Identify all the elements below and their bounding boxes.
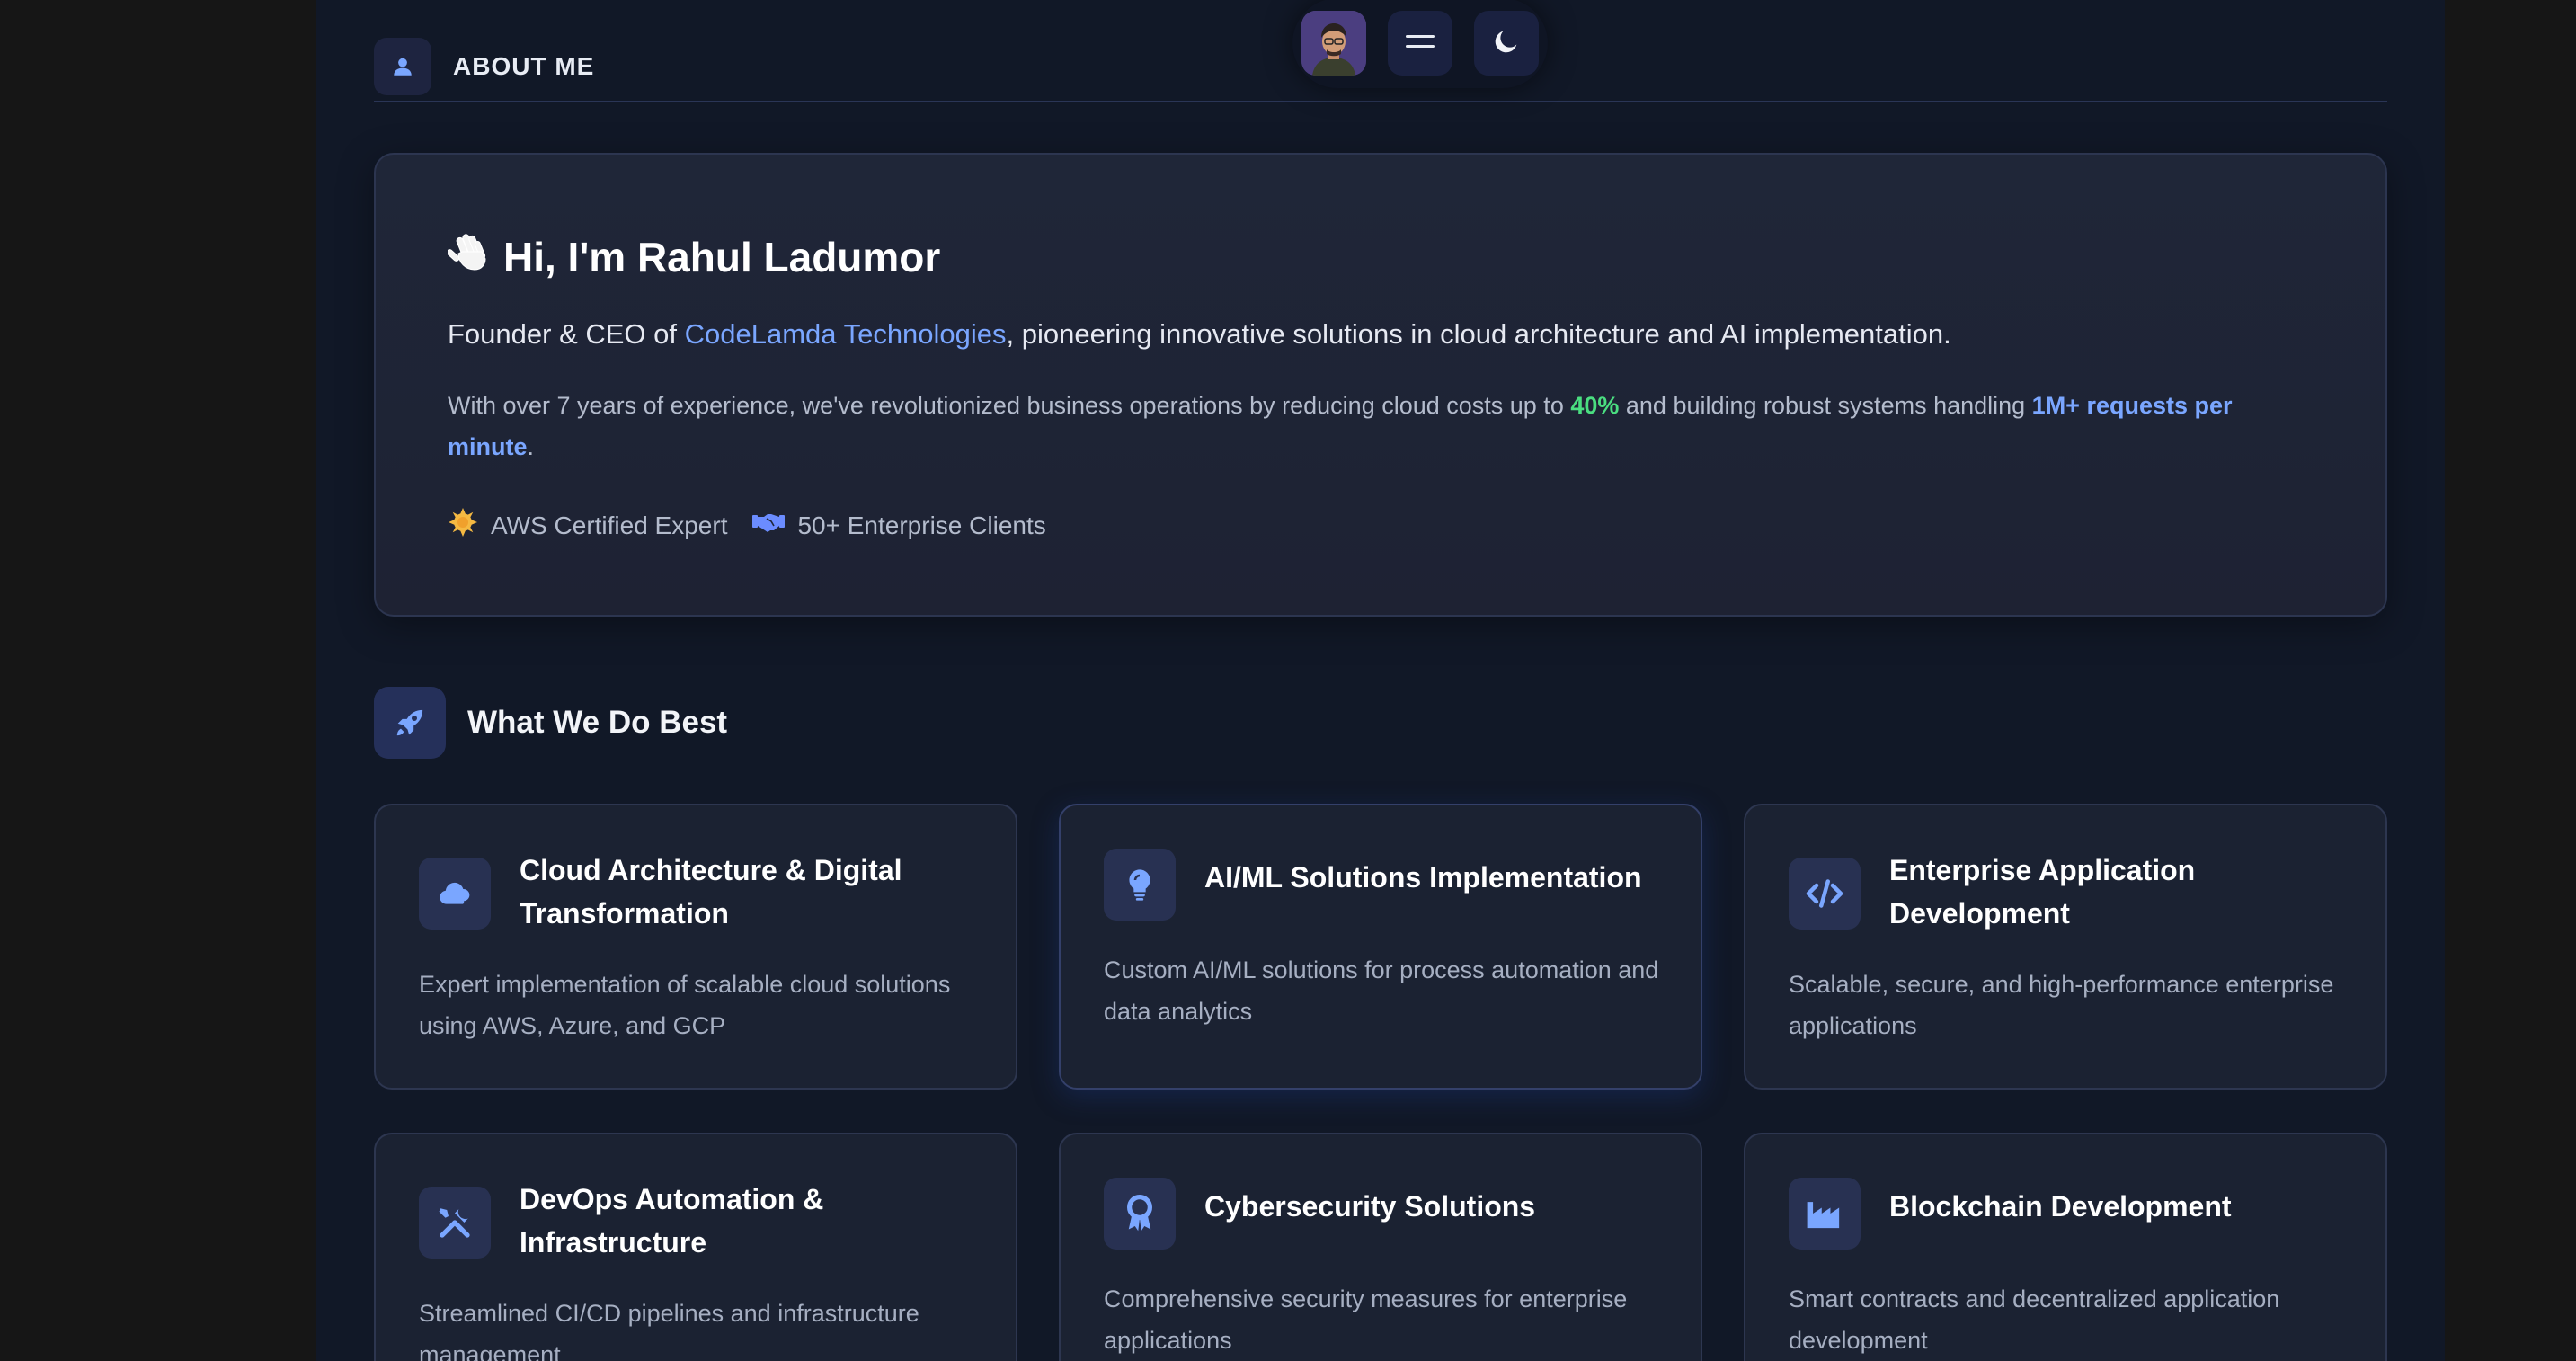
section-title: What We Do Best (467, 705, 728, 740)
experience-text-b: and building robust systems handling (1619, 392, 2032, 419)
cost-reduction-highlight: 40% (1570, 392, 1620, 419)
rocket-icon (374, 687, 446, 759)
intro-role-text: Founder & CEO of CodeLamda Technologies,… (448, 318, 1951, 351)
service-desc: Comprehensive security measures for ente… (1104, 1285, 1628, 1354)
service-card-security[interactable]: Cybersecurity Solutions Comprehensive se… (1059, 1133, 1702, 1361)
badge-clients: 50+ Enterprise Clients (752, 510, 1046, 541)
menu-button[interactable] (1388, 11, 1452, 76)
service-card-enterprise[interactable]: Enterprise Application Development Scala… (1744, 804, 2387, 1090)
service-card-cloud[interactable]: Cloud Architecture & Digital Transformat… (374, 804, 1017, 1090)
company-link[interactable]: CodeLamda Technologies (685, 318, 1007, 350)
service-desc: Expert implementation of scalable cloud … (419, 971, 951, 1039)
tools-icon (419, 1187, 491, 1259)
header-controls (1292, 0, 1548, 88)
header-left: ABOUT ME (374, 38, 594, 95)
intro-role-prefix: Founder & CEO of (448, 318, 685, 350)
user-icon (374, 38, 431, 95)
service-card-ai[interactable]: AI/ML Solutions Implementation Custom AI… (1059, 804, 1702, 1090)
service-title: Cloud Architecture & Digital Transformat… (520, 854, 902, 930)
sun-badge-icon (448, 507, 478, 544)
hamburger-icon (1406, 32, 1435, 55)
page: ABOUT ME Hi, I'm Rahul Ladumor Founder &… (316, 0, 2445, 1361)
avatar[interactable] (1301, 11, 1366, 76)
intro-experience-text: With over 7 years of experience, we've r… (448, 385, 2317, 467)
lightbulb-icon (1104, 849, 1176, 921)
intro-role-suffix: , pioneering innovative solutions in clo… (1006, 318, 1951, 350)
badge-aws: AWS Certified Expert (448, 507, 727, 544)
moon-icon (1491, 26, 1522, 61)
cloud-icon (419, 858, 491, 930)
handshake-icon (752, 510, 786, 541)
badge-list: AWS Certified Expert 50+ Enterprise Clie… (448, 507, 1046, 544)
badge-label: AWS Certified Expert (491, 511, 728, 539)
service-card-devops[interactable]: DevOps Automation & Infrastructure Strea… (374, 1133, 1017, 1361)
award-icon (1104, 1178, 1176, 1250)
services-heading: What We Do Best (374, 687, 727, 759)
service-title: Enterprise Application Development (1889, 854, 2196, 930)
page-title: ABOUT ME (453, 52, 595, 80)
service-desc: Smart contracts and decentralized applic… (1789, 1285, 2280, 1354)
service-desc: Scalable, secure, and high-performance e… (1789, 971, 2334, 1039)
service-title: AI/ML Solutions Implementation (1204, 861, 1642, 894)
service-desc: Custom AI/ML solutions for process autom… (1104, 956, 1659, 1025)
intro-greeting: Hi, I'm Rahul Ladumor (446, 228, 941, 285)
industry-icon (1789, 1178, 1861, 1250)
experience-text-a: With over 7 years of experience, we've r… (448, 392, 1571, 419)
service-card-blockchain[interactable]: Blockchain Development Smart contracts a… (1744, 1133, 2387, 1361)
waving-hand-icon (446, 228, 494, 285)
experience-text-c: . (527, 433, 535, 460)
intro-greeting-text: Hi, I'm Rahul Ladumor (503, 233, 941, 280)
service-title: DevOps Automation & Infrastructure (520, 1183, 824, 1259)
code-icon (1789, 858, 1861, 930)
service-desc: Streamlined CI/CD pipelines and infrastr… (419, 1300, 919, 1361)
intro-card: Hi, I'm Rahul Ladumor Founder & CEO of C… (374, 153, 2387, 617)
service-title: Blockchain Development (1889, 1190, 2232, 1223)
badge-label: 50+ Enterprise Clients (797, 511, 1046, 539)
service-title: Cybersecurity Solutions (1204, 1190, 1536, 1223)
theme-toggle-button[interactable] (1474, 11, 1539, 76)
